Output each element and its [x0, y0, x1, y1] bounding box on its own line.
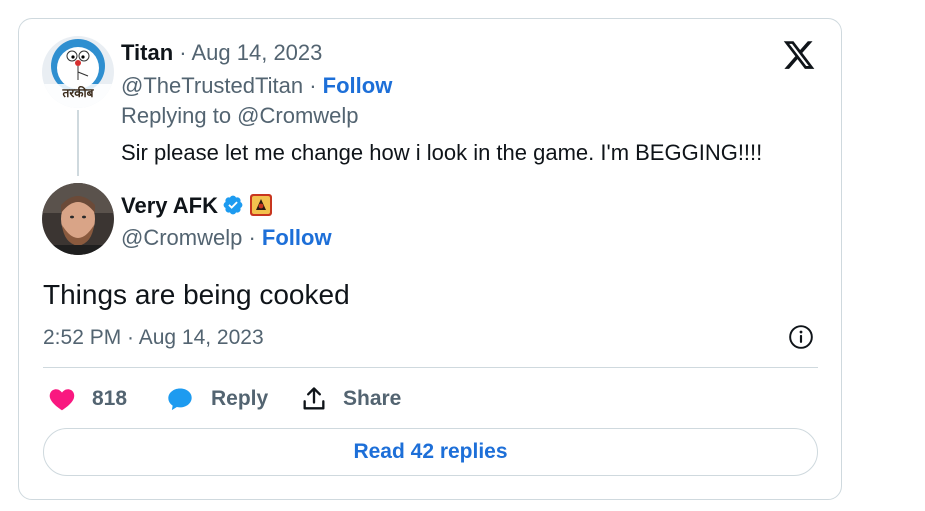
avatar-very-afk[interactable] [42, 183, 114, 255]
actions-divider [43, 367, 818, 368]
verified-badge-icon [223, 195, 243, 215]
titan-tweet-text: Sir please let me change how i look in t… [121, 140, 763, 165]
titan-follow-button[interactable]: Follow [323, 73, 393, 98]
affiliate-badge-icon [250, 194, 273, 217]
very-afk-handle[interactable]: @Cromwelp [121, 225, 242, 250]
very-afk-handle-row: @Cromwelp · Follow [121, 225, 332, 251]
tweet-timestamp[interactable]: 2:52 PM · Aug 14, 2023 [43, 325, 264, 351]
very-afk-header: Very AFK [121, 193, 273, 219]
read-replies-button[interactable]: Read 42 replies [43, 428, 818, 476]
titan-handle-row: @TheTrustedTitan · Follow [121, 73, 392, 99]
x-logo-icon[interactable] [782, 38, 816, 72]
titan-author-name[interactable]: Titan [121, 40, 173, 65]
share-upload-icon [303, 387, 325, 410]
very-afk-follow-button[interactable]: Follow [262, 225, 332, 250]
like-count: 818 [92, 387, 128, 410]
heart-icon [49, 389, 75, 411]
titan-separator: · [303, 73, 323, 98]
replying-to-label[interactable]: Replying to @Cromwelp [121, 103, 359, 129]
very-afk-avatar-image [42, 183, 114, 255]
thread-connector-line [77, 110, 79, 176]
main-tweet-text: Things are being cooked [43, 279, 350, 310]
titan-avatar-text: तरकीब [62, 86, 94, 100]
share-action[interactable]: Share [300, 383, 401, 415]
share-label: Share [343, 387, 402, 410]
info-icon[interactable] [788, 324, 814, 350]
reply-label: Reply [211, 387, 269, 410]
titan-date[interactable]: · Aug 14, 2023 [173, 40, 322, 65]
titan-handle[interactable]: @TheTrustedTitan [121, 73, 303, 98]
reply-action[interactable]: Reply [166, 383, 268, 415]
very-afk-separator: · [242, 225, 262, 250]
very-afk-author-name[interactable]: Very AFK [121, 193, 218, 218]
reply-bubble-icon [168, 388, 192, 411]
avatar-titan[interactable]: तरकीब [42, 36, 114, 108]
titan-header: Titan · Aug 14, 2023 [121, 40, 322, 66]
like-action[interactable]: 818 [48, 383, 127, 415]
